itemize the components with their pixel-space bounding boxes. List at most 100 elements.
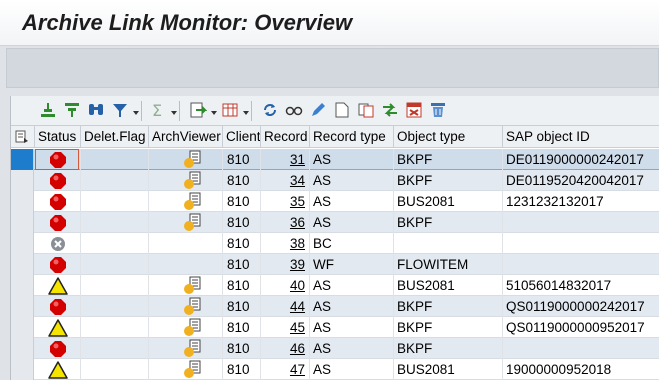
record-cell[interactable]: 35 xyxy=(261,191,310,212)
row-selector[interactable] xyxy=(11,233,34,254)
row-selector[interactable] xyxy=(11,338,34,359)
object-type-cell: BKPF xyxy=(394,338,503,359)
export-icon[interactable] xyxy=(187,99,209,121)
edit-icon[interactable] xyxy=(307,99,329,121)
archviewer-cell[interactable] xyxy=(149,359,223,380)
sort-ascending-icon[interactable] xyxy=(37,99,59,121)
status-cell xyxy=(35,254,81,275)
archive-viewer-icon[interactable] xyxy=(183,171,205,190)
archive-viewer-icon[interactable] xyxy=(183,318,205,337)
record-cell[interactable]: 38 xyxy=(261,233,310,254)
archviewer-cell[interactable] xyxy=(149,170,223,191)
table-row[interactable]: 810 46 AS BKPF xyxy=(11,338,659,359)
column-header-sap-object-id[interactable]: SAP object ID xyxy=(503,126,659,148)
archviewer-cell[interactable] xyxy=(149,296,223,317)
layout-settings-icon[interactable] xyxy=(11,126,35,148)
sum-icon[interactable]: Σ xyxy=(147,99,169,121)
archviewer-cell[interactable] xyxy=(149,317,223,338)
archviewer-cell[interactable] xyxy=(149,149,223,170)
row-selector[interactable] xyxy=(11,212,34,233)
archive-viewer-icon[interactable] xyxy=(183,297,205,316)
status-cell xyxy=(35,359,81,380)
archive-viewer-icon[interactable] xyxy=(183,213,205,232)
archviewer-cell[interactable] xyxy=(149,275,223,296)
column-header-client[interactable]: Client xyxy=(223,126,261,148)
archviewer-cell[interactable] xyxy=(149,212,223,233)
table-row[interactable]: 810 44 AS BKPF QS0119000000242017 xyxy=(11,296,659,317)
column-header-archviewer[interactable]: ArchViewer xyxy=(149,126,223,148)
object-type-cell: BUS2081 xyxy=(394,191,503,212)
copy-icon[interactable] xyxy=(355,99,377,121)
record-cell[interactable]: 34 xyxy=(261,170,310,191)
table-row[interactable]: 810 36 AS BKPF xyxy=(11,212,659,233)
record-type-cell: AS xyxy=(310,275,394,296)
archive-viewer-icon[interactable] xyxy=(183,150,205,169)
layout-icon[interactable] xyxy=(219,99,241,121)
trash-icon[interactable] xyxy=(427,99,449,121)
column-header-object-type[interactable]: Object type xyxy=(394,126,503,148)
status-cell xyxy=(35,233,81,254)
record-type-cell: AS xyxy=(310,338,394,359)
application-toolbar xyxy=(6,48,659,88)
archive-viewer-icon[interactable] xyxy=(183,276,205,295)
record-cell[interactable]: 36 xyxy=(261,212,310,233)
column-header-status[interactable]: Status xyxy=(35,126,81,148)
filter-icon[interactable] xyxy=(109,99,131,121)
row-selector[interactable] xyxy=(11,296,34,317)
row-selector[interactable] xyxy=(11,149,34,170)
delete-entry-icon[interactable] xyxy=(403,99,425,121)
error-stop-icon xyxy=(49,214,66,231)
archive-viewer-icon[interactable] xyxy=(183,339,205,358)
table-row[interactable]: 810 45 AS BKPF QS0119000000952017 xyxy=(11,317,659,338)
record-cell[interactable]: 40 xyxy=(261,275,310,296)
table-row[interactable]: 810 31 AS BKPF DE0119000000242017 xyxy=(11,149,659,170)
record-cell[interactable]: 44 xyxy=(261,296,310,317)
sap-object-id-cell: 19000000952018 xyxy=(506,362,612,377)
error-stop-icon xyxy=(49,256,66,273)
column-header-record[interactable]: Record xyxy=(261,126,310,148)
row-selector[interactable] xyxy=(11,191,34,212)
sap-object-id-cell xyxy=(503,233,659,254)
column-header-delet-flag[interactable]: Delet.Flag xyxy=(81,126,149,148)
object-type-cell xyxy=(394,233,503,254)
svg-text:Σ: Σ xyxy=(152,101,162,119)
archive-viewer-icon[interactable] xyxy=(183,360,205,379)
record-cell[interactable]: 31 xyxy=(261,149,310,170)
archviewer-cell[interactable] xyxy=(149,338,223,359)
delet-flag-cell xyxy=(81,254,149,275)
record-cell[interactable]: 45 xyxy=(261,317,310,338)
display-icon[interactable] xyxy=(283,99,305,121)
new-document-icon[interactable] xyxy=(331,99,353,121)
table-row[interactable]: 810 40 AS BUS2081 51056014832017 xyxy=(11,275,659,296)
archviewer-cell[interactable] xyxy=(149,191,223,212)
client-cell: 810 xyxy=(223,191,261,212)
object-type-cell: BKPF xyxy=(394,170,503,191)
client-cell: 810 xyxy=(223,317,261,338)
table-row[interactable]: 810 34 AS BKPF DE0119520420042017 xyxy=(11,170,659,191)
table-row[interactable]: 810 35 AS BUS2081 1231232132017 xyxy=(11,191,659,212)
row-selector[interactable] xyxy=(11,359,34,380)
row-selector[interactable] xyxy=(11,317,34,338)
find-icon[interactable] xyxy=(85,99,107,121)
table-row[interactable]: 810 39 WF FLOWITEM xyxy=(11,254,659,275)
object-type-cell: FLOWITEM xyxy=(394,254,503,275)
transfer-icon[interactable] xyxy=(379,99,401,121)
row-selector[interactable] xyxy=(11,275,34,296)
table-row[interactable]: 810 47 AS BUS2081 19000000952018 xyxy=(11,359,659,380)
refresh-icon[interactable] xyxy=(259,99,281,121)
record-cell[interactable]: 47 xyxy=(261,359,310,380)
record-cell[interactable]: 46 xyxy=(261,338,310,359)
record-cell[interactable]: 39 xyxy=(261,254,310,275)
column-header-record-type[interactable]: Record type xyxy=(310,126,394,148)
grid-toolbar: Σ xyxy=(11,96,659,126)
sort-descending-icon[interactable] xyxy=(61,99,83,121)
archive-viewer-icon[interactable] xyxy=(183,192,205,211)
sap-object-id-cell: 51056014832017 xyxy=(506,278,612,293)
row-selector[interactable] xyxy=(11,170,34,191)
record-type-cell: AS xyxy=(310,317,394,338)
table-row[interactable]: 810 38 BC xyxy=(11,233,659,254)
row-selector[interactable] xyxy=(11,254,34,275)
record-type-cell: AS xyxy=(310,191,394,212)
client-cell: 810 xyxy=(223,338,261,359)
delet-flag-cell xyxy=(81,317,149,338)
